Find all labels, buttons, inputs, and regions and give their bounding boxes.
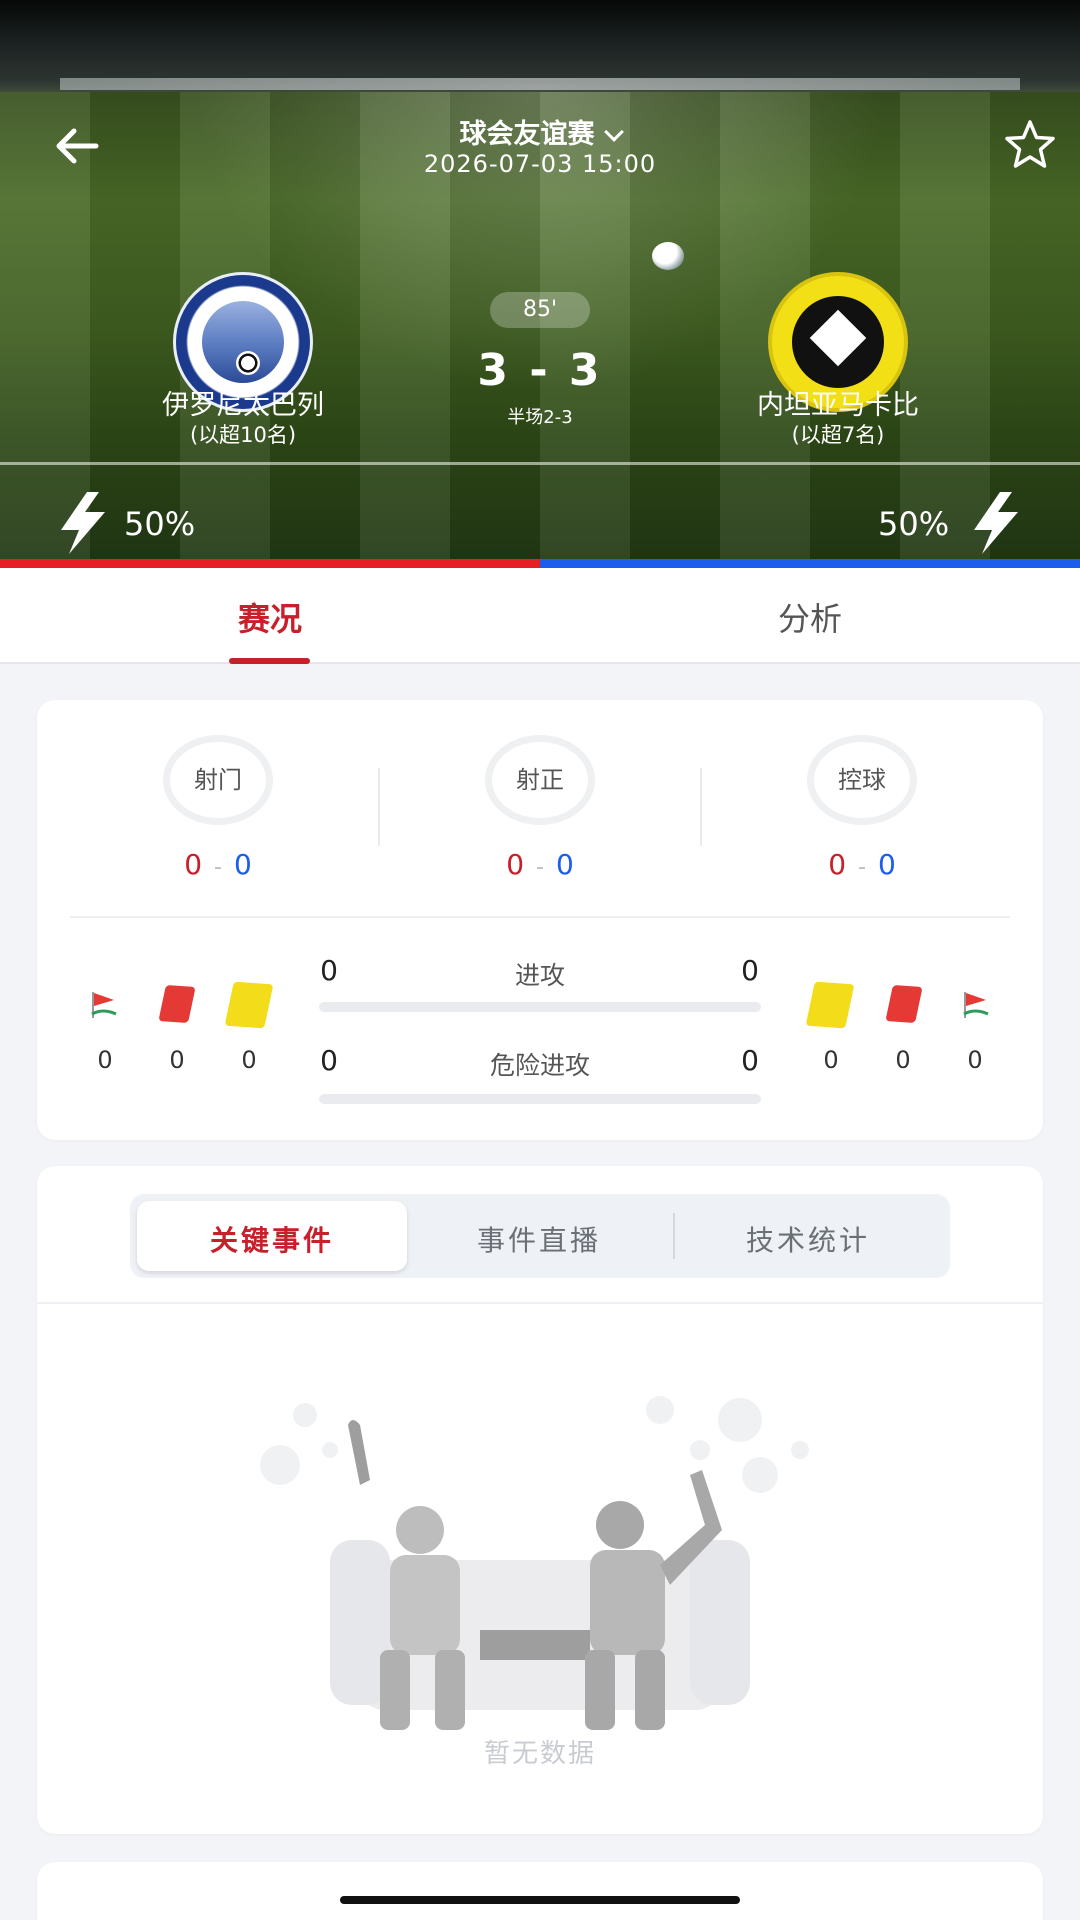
home-team-rank: (以超10名)	[189, 423, 297, 447]
momentum-bar-away	[540, 559, 1080, 568]
away-team-rank: (以超7名)	[791, 423, 885, 447]
shots-home: 0	[184, 848, 203, 881]
away-team-name[interactable]: 内坦亚马卡比	[688, 383, 988, 422]
shots-dash: -	[214, 855, 222, 880]
stat-divider	[700, 768, 702, 846]
match-score: 3 - 3	[477, 345, 603, 396]
sot-home: 0	[506, 848, 525, 881]
momentum-bar	[0, 559, 1080, 568]
competition-title: 球会友谊赛	[459, 119, 595, 150]
events-divider	[37, 1302, 1043, 1304]
match-header	[0, 0, 1080, 560]
tab-live[interactable]: 赛况	[170, 594, 370, 640]
shots-ring: 射门	[163, 735, 273, 825]
away-yellow-count: 0	[823, 1046, 839, 1074]
dangerous-attack-away: 0	[741, 1044, 759, 1077]
lightning-icon	[61, 492, 105, 554]
shots-values: 0-0	[138, 848, 298, 881]
match-minute-badge: 85'	[490, 292, 590, 328]
main-tabs: 赛况 分析	[0, 568, 1080, 664]
home-momentum-percent: 50%	[124, 505, 196, 543]
segment-live-events[interactable]: 事件直播	[404, 1219, 674, 1259]
attack-home: 0	[320, 954, 338, 987]
segment-tech-stats[interactable]: 技术统计	[673, 1219, 943, 1259]
possession-home: 0	[828, 848, 847, 881]
stat-divider	[378, 768, 380, 846]
attack-away: 0	[741, 954, 759, 987]
away-momentum-percent: 50%	[878, 505, 950, 543]
shots-on-target-ring: 射正	[485, 735, 595, 825]
segment-key-events[interactable]: 关键事件	[137, 1219, 407, 1259]
home-team-name[interactable]: 伊罗尼太巴列	[93, 383, 393, 422]
possession-away: 0	[877, 848, 896, 881]
home-indicator[interactable]	[340, 1896, 740, 1904]
empty-state-text: 暂无数据	[483, 1739, 596, 1769]
stats-divider	[70, 916, 1010, 918]
pitch-line	[0, 462, 1080, 465]
empty-state-illustration	[260, 1396, 809, 1730]
away-red-count: 0	[895, 1046, 911, 1074]
sot-away: 0	[555, 848, 574, 881]
away-corners-count: 0	[967, 1046, 983, 1074]
half-time-score: 半场2-3	[507, 407, 573, 428]
shots-on-target-values: 0-0	[460, 848, 620, 881]
corner-flag-icon	[963, 992, 989, 1018]
corner-flag-icon	[91, 992, 117, 1018]
dangerous-attack-label: 危险进攻	[489, 1051, 590, 1080]
competition-selector[interactable]: 球会友谊赛	[0, 112, 1080, 151]
chevron-down-icon	[603, 122, 624, 142]
dangerous-attack-home: 0	[320, 1044, 338, 1077]
home-red-count: 0	[169, 1046, 185, 1074]
tab-analysis[interactable]: 分析	[710, 594, 910, 640]
dangerous-attack-bar	[319, 1094, 761, 1104]
home-corners-count: 0	[97, 1046, 113, 1074]
possession-values: 0-0	[782, 848, 942, 881]
attack-bar	[319, 1002, 761, 1012]
sot-dash: -	[536, 855, 544, 880]
lightning-icon	[974, 492, 1018, 554]
home-yellow-count: 0	[241, 1046, 257, 1074]
match-datetime: 2026-07-03 15:00	[423, 150, 657, 178]
shots-away: 0	[233, 848, 252, 881]
possession-dash: -	[858, 855, 866, 880]
attack-label: 进攻	[514, 961, 565, 990]
home-logo-ball	[236, 351, 260, 375]
momentum-bar-home	[0, 559, 540, 568]
next-card	[37, 1862, 1043, 1920]
football-image	[652, 242, 684, 270]
possession-ring: 控球	[807, 735, 917, 825]
advertising-board	[60, 78, 1020, 90]
active-tab-indicator	[229, 658, 310, 664]
